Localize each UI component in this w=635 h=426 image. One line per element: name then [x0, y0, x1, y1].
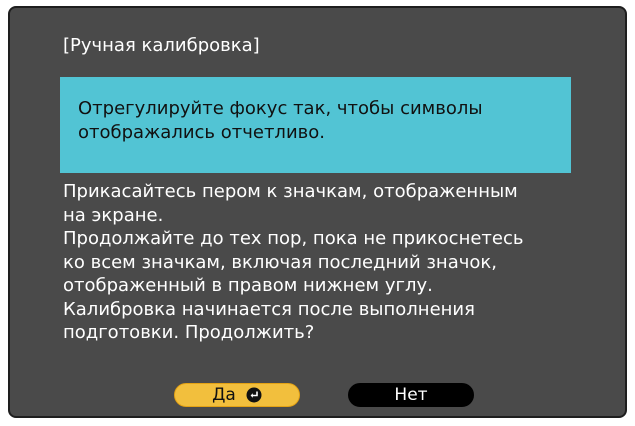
message-line: Калибровка начинается после выполнения	[63, 298, 475, 320]
enter-icon	[246, 387, 262, 403]
yes-button[interactable]: Да	[174, 383, 300, 407]
focus-instruction-line: Отрегулируйте фокус так, чтобы символы	[78, 98, 483, 119]
dialog-message: Прикасайтесь пером к значкам, отображенн…	[63, 180, 523, 345]
yes-button-label: Да	[212, 385, 236, 405]
dialog-title: [Ручная калибровка]	[63, 35, 260, 56]
no-button[interactable]: Нет	[348, 383, 474, 407]
calibration-dialog: [Ручная калибровка] Отрегулируйте фокус …	[8, 6, 627, 418]
message-line: подготовки. Продолжить?	[63, 322, 315, 343]
message-line: Продолжайте до тех пор, пока не прикосне…	[63, 228, 524, 249]
no-button-label: Нет	[394, 385, 428, 405]
message-line: ко всем значкам, включая последний значо…	[63, 251, 497, 273]
message-line: на экране.	[63, 204, 164, 226]
message-line: Прикасайтесь пером к значкам, отображенн…	[63, 181, 518, 202]
focus-instruction-box: Отрегулируйте фокус так, чтобы символы о…	[60, 77, 571, 173]
focus-instruction-line: отображались отчетливо.	[78, 122, 325, 143]
message-line: отображенный в правом нижнем углу.	[63, 275, 433, 296]
